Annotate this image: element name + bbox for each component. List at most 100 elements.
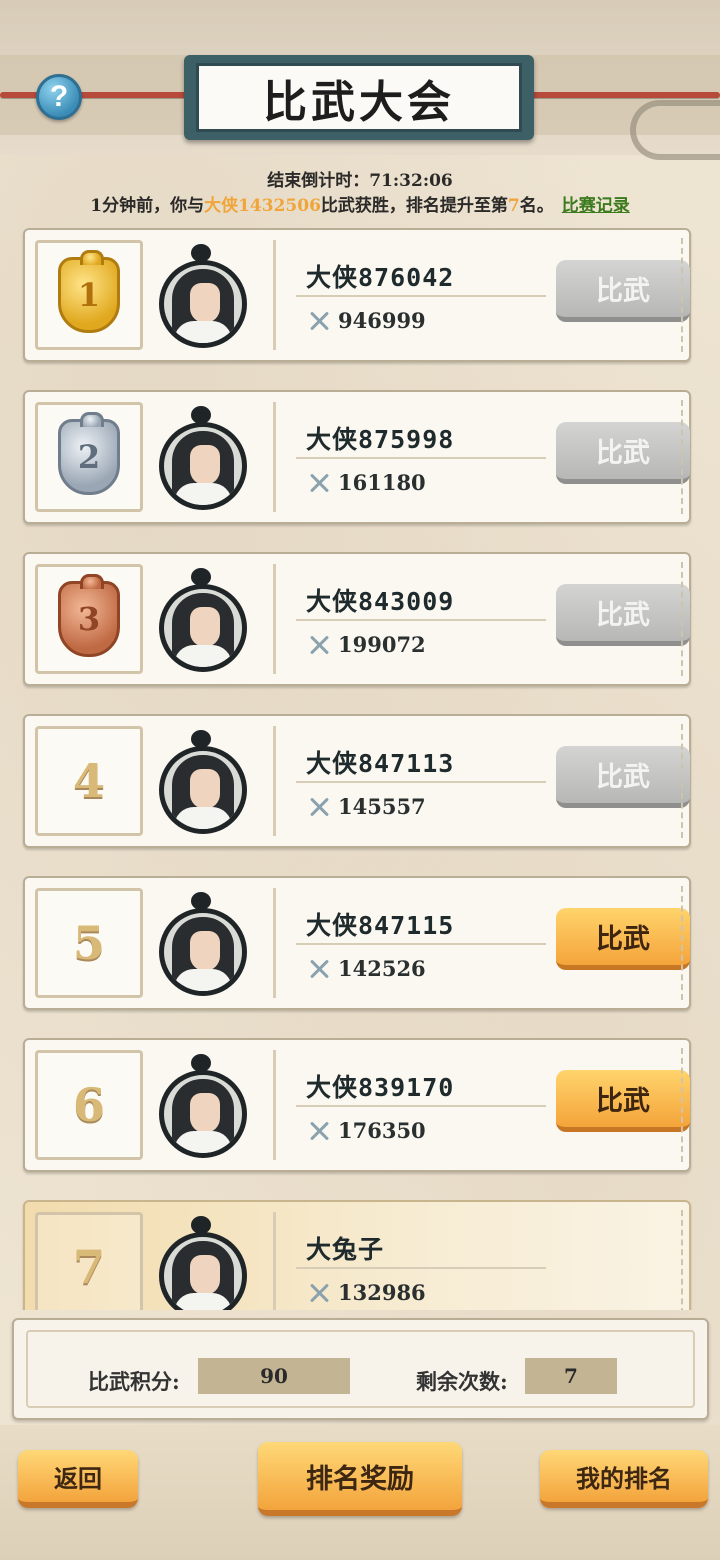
remaining-value: 7 <box>525 1358 617 1394</box>
avatar[interactable] <box>159 1216 247 1310</box>
rank-box: 2 <box>35 402 143 512</box>
ranking-row-self: 7 大兔子 132986 <box>23 1200 691 1310</box>
red-rope-left <box>0 92 200 98</box>
points-value: 90 <box>198 1358 350 1394</box>
name-underline <box>296 1267 546 1269</box>
rank-box: 3 <box>35 564 143 674</box>
fight-button[interactable]: 比武 <box>556 908 690 970</box>
name-underline <box>296 1105 546 1107</box>
rank-number: 6 <box>72 1078 105 1132</box>
power-value: 176350 <box>338 1118 426 1143</box>
combat-power: 176350 <box>308 1118 426 1143</box>
name-underline <box>296 295 546 297</box>
fight-button[interactable]: 比武 <box>556 260 690 322</box>
avatar[interactable] <box>159 406 247 510</box>
avatar[interactable] <box>159 244 247 348</box>
player-name: 大侠876042 <box>306 263 455 292</box>
rank-box: 4 <box>35 726 143 836</box>
ranking-row: 1 大侠876042 946999 比武 <box>23 228 691 362</box>
player-name: 大侠875998 <box>306 425 455 454</box>
rank-number: 7 <box>72 1240 105 1294</box>
crossed-swords-icon <box>308 958 330 980</box>
footer: 返回 排名奖励 我的排名 <box>0 1425 720 1560</box>
rank-box: 1 <box>35 240 143 350</box>
fight-button[interactable]: 比武 <box>556 422 690 484</box>
silver-medal-icon: 2 <box>58 412 120 495</box>
battle-news: 1分钟前，你与大侠1432506比武获胜，排名提升至第7名。 比赛记录 <box>0 191 720 216</box>
crossed-swords-icon <box>308 634 330 656</box>
rank-reward-button[interactable]: 排名奖励 <box>258 1442 462 1516</box>
player-info: 大侠875998 161180 比武 <box>273 402 690 512</box>
combat-power: 946999 <box>308 308 426 333</box>
news-opponent-name: 大侠1432506 <box>204 196 321 216</box>
fight-button[interactable]: 比武 <box>556 1070 690 1132</box>
fight-button[interactable]: 比武 <box>556 746 690 808</box>
power-value: 132986 <box>338 1280 426 1305</box>
stats-inner: 比武积分: 90 剩余次数: 7 <box>26 1330 695 1408</box>
ranking-row: 3 大侠843009 199072 比武 <box>23 552 691 686</box>
player-info: 大侠839170 176350 比武 <box>273 1050 690 1160</box>
back-button[interactable]: 返回 <box>18 1450 138 1508</box>
my-rank-button[interactable]: 我的排名 <box>540 1450 708 1508</box>
news-rank: 7 <box>507 196 520 216</box>
avatar[interactable] <box>159 1054 247 1158</box>
countdown-text: 结束倒计时：71:32:06 <box>267 171 453 191</box>
title-plaque: 比武大会 <box>184 55 534 140</box>
player-name: 大侠847113 <box>306 749 455 778</box>
points-label: 比武积分: <box>88 1369 180 1394</box>
remaining-label: 剩余次数: <box>416 1369 508 1394</box>
crossed-swords-icon <box>308 796 330 818</box>
ranking-list[interactable]: 1 大侠876042 946999 比武 2 大侠875998 161180 比… <box>0 228 720 1310</box>
player-name: 大兔子 <box>306 1235 385 1264</box>
power-value: 199072 <box>338 632 426 657</box>
avatar[interactable] <box>159 730 247 834</box>
ranking-row: 2 大侠875998 161180 比武 <box>23 390 691 524</box>
player-name: 大侠847115 <box>306 911 455 940</box>
combat-power: 199072 <box>308 632 426 657</box>
power-value: 145557 <box>338 794 426 819</box>
avatar[interactable] <box>159 568 247 672</box>
power-value: 142526 <box>338 956 426 981</box>
ranking-row: 5 大侠847115 142526 比武 <box>23 876 691 1010</box>
player-name: 大侠843009 <box>306 587 455 616</box>
rank-box: 5 <box>35 888 143 998</box>
match-record-link[interactable]: 比赛记录 <box>562 196 630 216</box>
rank-box: 7 <box>35 1212 143 1310</box>
rank-number: 5 <box>72 916 105 970</box>
player-info: 大侠847113 145557 比武 <box>273 726 690 836</box>
crossed-swords-icon <box>308 1120 330 1142</box>
gold-medal-icon: 1 <box>58 250 120 333</box>
news-prefix: 1分钟前，你与 <box>90 196 205 216</box>
question-icon[interactable]: ? <box>36 74 82 120</box>
player-name: 大侠839170 <box>306 1073 455 1102</box>
name-underline <box>296 943 546 945</box>
rank-number: 4 <box>72 754 105 808</box>
crossed-swords-icon <box>308 472 330 494</box>
name-underline <box>296 781 546 783</box>
combat-power: 142526 <box>308 956 426 981</box>
player-info: 大兔子 132986 <box>273 1212 671 1310</box>
stats-panel: 比武积分: 90 剩余次数: 7 <box>12 1318 709 1420</box>
ranking-row: 4 大侠847113 145557 比武 <box>23 714 691 848</box>
player-info: 大侠876042 946999 比武 <box>273 240 690 350</box>
ranking-row: 6 大侠839170 176350 比武 <box>23 1038 691 1172</box>
news-suffix: 名。 <box>519 196 554 216</box>
name-underline <box>296 457 546 459</box>
title-inner: 比武大会 <box>196 63 522 132</box>
cloud-decoration <box>630 100 720 160</box>
power-value: 161180 <box>338 470 426 495</box>
crossed-swords-icon <box>308 310 330 332</box>
fight-button[interactable]: 比武 <box>556 584 690 646</box>
avatar[interactable] <box>159 892 247 996</box>
crossed-swords-icon <box>308 1282 330 1304</box>
combat-power: 132986 <box>308 1280 426 1305</box>
news-middle: 比武获胜，排名提升至第 <box>320 196 508 216</box>
red-rope-right <box>520 92 720 98</box>
power-value: 946999 <box>338 308 426 333</box>
bronze-medal-icon: 3 <box>58 574 120 657</box>
page-title: 比武大会 <box>263 76 455 128</box>
player-info: 大侠847115 142526 比武 <box>273 888 690 998</box>
combat-power: 145557 <box>308 794 426 819</box>
rank-box: 6 <box>35 1050 143 1160</box>
player-info: 大侠843009 199072 比武 <box>273 564 690 674</box>
